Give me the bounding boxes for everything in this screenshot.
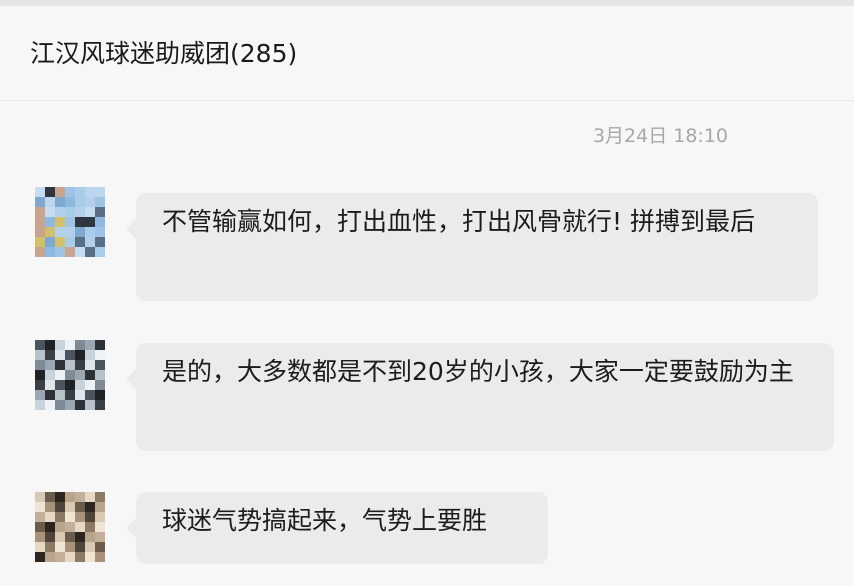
avatar[interactable] [35,492,105,562]
message-text: 是的，大多数都是不到20岁的小孩，大家一定要鼓励为主 [162,357,794,386]
message-bubble[interactable]: 是的，大多数都是不到20岁的小孩，大家一定要鼓励为主 [126,343,834,451]
message-text: 球迷气势搞起来，气势上要胜 [162,506,488,535]
chat-title[interactable]: 江汉风球迷助威团(285) [30,34,297,70]
chat-header: 江汉风球迷助威团(285) [0,6,854,101]
message-bubble[interactable]: 球迷气势搞起来，气势上要胜 [126,492,548,564]
message-text: 不管输赢如何，打出血性，打出风骨就行! 拼搏到最后 [162,207,755,236]
message-timestamp: 3月24日 18:10 [592,125,728,147]
message-bubble[interactable]: 不管输赢如何，打出血性，打出风骨就行! 拼搏到最后 [126,193,818,301]
avatar[interactable] [35,187,105,257]
avatar[interactable] [35,340,105,410]
